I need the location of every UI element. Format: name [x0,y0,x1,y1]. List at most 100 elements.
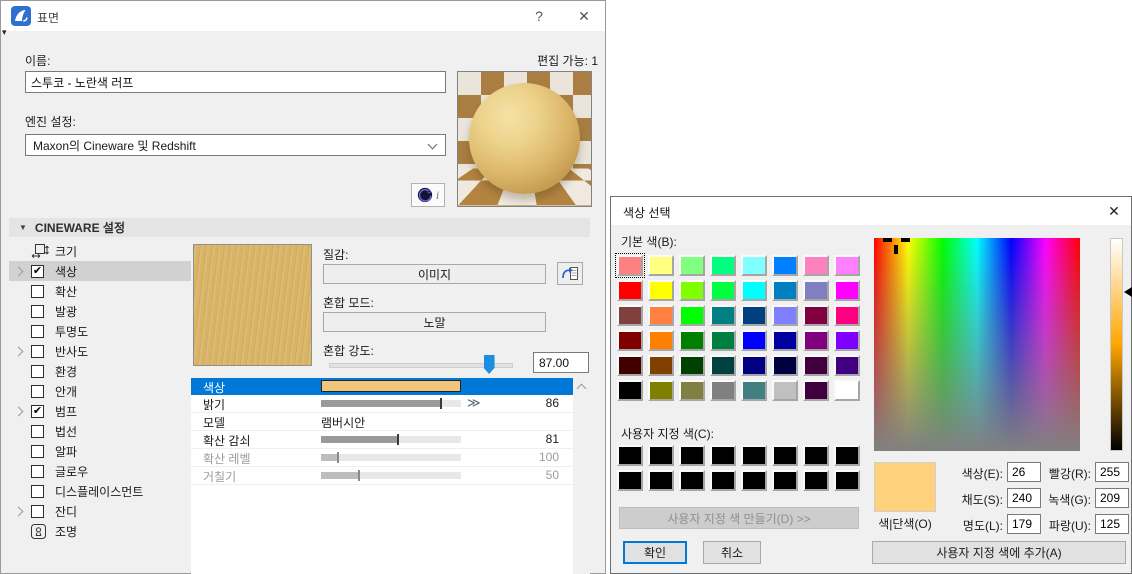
basic-color-swatch[interactable] [617,330,643,351]
tree-item[interactable]: ✔ 색상 [9,261,191,281]
property-color-swatch[interactable] [321,380,461,392]
basic-color-swatch[interactable] [679,280,705,301]
property-row[interactable]: 거칠기 50 [191,467,573,485]
engine-select[interactable]: Maxon의 Cineware 및 Redshift [25,134,446,156]
basic-color-swatch[interactable] [648,280,674,301]
basic-color-swatch[interactable] [741,380,767,401]
basic-color-swatch[interactable] [741,255,767,276]
tree-item[interactable]: ✔ 범프 [9,401,191,421]
custom-color-swatch[interactable] [648,470,674,491]
tree-item[interactable]: 법선 [9,421,191,441]
basic-color-swatch[interactable] [617,355,643,376]
basic-color-swatch[interactable] [679,330,705,351]
expand-chevron-icon[interactable] [13,506,31,516]
double-chevron-icon[interactable]: ≫ [467,395,481,411]
add-to-custom-colors-button[interactable]: 사용자 지정 색에 추가(A) [872,541,1126,564]
load-texture-button[interactable] [557,262,583,285]
basic-color-swatch[interactable] [648,330,674,351]
tree-item-checkbox[interactable] [31,284,44,298]
basic-color-swatch[interactable] [679,380,705,401]
blend-strength-slider-thumb[interactable] [483,355,495,374]
basic-color-swatch[interactable] [772,255,798,276]
basic-color-swatch[interactable] [834,255,860,276]
custom-color-swatch[interactable] [617,445,643,466]
basic-color-swatch[interactable] [803,330,829,351]
property-slider[interactable] [321,434,461,445]
basic-color-swatch[interactable] [834,355,860,376]
tree-item[interactable]: 잔디 [9,501,191,521]
expand-chevron-icon[interactable] [13,346,31,356]
tree-item-checkbox[interactable] [31,444,44,458]
custom-color-swatch[interactable] [803,445,829,466]
basic-color-swatch[interactable] [772,355,798,376]
basic-color-swatch[interactable] [710,330,736,351]
basic-color-swatch[interactable] [617,380,643,401]
basic-color-swatch[interactable] [710,380,736,401]
basic-color-swatch[interactable] [710,355,736,376]
tree-item-checkbox[interactable] [31,344,44,358]
tree-item-checkbox[interactable] [31,424,44,438]
basic-color-swatch[interactable] [648,255,674,276]
basic-color-swatch[interactable] [679,255,705,276]
rgb-field-input[interactable] [1095,514,1129,534]
basic-color-swatch[interactable] [617,305,643,326]
tree-item[interactable]: 투명도 [9,321,191,341]
basic-color-swatch[interactable] [803,255,829,276]
basic-color-swatch[interactable] [648,305,674,326]
properties-scrollbar[interactable] [573,378,590,574]
basic-color-swatch[interactable] [803,305,829,326]
tree-item[interactable]: 환경 [9,361,191,381]
close-icon[interactable]: ✕ [570,8,598,25]
blend-strength-input[interactable] [533,352,589,373]
basic-color-swatch[interactable] [834,330,860,351]
property-row[interactable]: 밝기 ≫ 86 [191,395,573,413]
basic-color-swatch[interactable] [834,305,860,326]
tree-item[interactable]: 크기 [9,241,191,261]
rgb-field-input[interactable] [1095,462,1129,482]
tree-item-checkbox[interactable] [31,484,44,498]
property-row[interactable]: 확산 감쇠 81 [191,431,573,449]
basic-color-swatch[interactable] [679,355,705,376]
property-slider[interactable] [321,452,461,463]
basic-color-swatch[interactable] [648,380,674,401]
color-picker-titlebar[interactable]: 색상 선택 ✕ [611,197,1131,225]
property-slider[interactable] [321,470,461,481]
cancel-button[interactable]: 취소 [703,541,761,564]
basic-color-swatch[interactable] [772,305,798,326]
custom-color-swatch[interactable] [772,470,798,491]
ok-button[interactable]: 확인 [623,541,687,564]
tree-item-checkbox[interactable] [31,304,44,318]
property-slider[interactable] [321,398,461,409]
tree-item[interactable]: 디스플레이스먼트 [9,481,191,501]
cinema4d-info-button[interactable]: i [411,183,445,207]
cineware-section-header[interactable]: ▼ CINEWARE 설정 [9,218,590,237]
basic-color-swatch[interactable] [772,280,798,301]
tree-item-checkbox[interactable] [31,364,44,378]
tree-item[interactable]: 알파 [9,441,191,461]
tree-item-checkbox[interactable] [31,504,44,518]
tree-item-checkbox[interactable] [31,384,44,398]
hue-saturation-field[interactable] [874,238,1080,451]
custom-color-swatch[interactable] [679,445,705,466]
basic-color-swatch[interactable] [741,280,767,301]
tree-item-checkbox[interactable]: ✔ [31,264,44,278]
tree-item-checkbox[interactable] [31,324,44,338]
flyout-triangle-icon[interactable]: ▾ [2,27,7,38]
custom-color-swatch[interactable] [834,470,860,491]
basic-color-swatch[interactable] [741,330,767,351]
basic-color-swatch[interactable] [710,305,736,326]
basic-color-swatch[interactable] [803,380,829,401]
tree-item[interactable]: 발광 [9,301,191,321]
luminance-bar[interactable] [1110,238,1123,451]
scroll-up-icon[interactable] [576,383,587,394]
custom-color-swatch[interactable] [710,470,736,491]
custom-color-swatch[interactable] [710,445,736,466]
expand-chevron-icon[interactable] [13,406,31,416]
property-row[interactable]: 확산 레벨 100 [191,449,573,467]
texture-thumbnail[interactable] [193,244,312,366]
close-icon[interactable]: ✕ [1097,203,1131,220]
custom-color-swatch[interactable] [741,470,767,491]
basic-color-swatch[interactable] [710,255,736,276]
define-custom-colors-button[interactable]: 사용자 지정 색 만들기(D) >> [619,507,859,529]
custom-color-swatch[interactable] [648,445,674,466]
